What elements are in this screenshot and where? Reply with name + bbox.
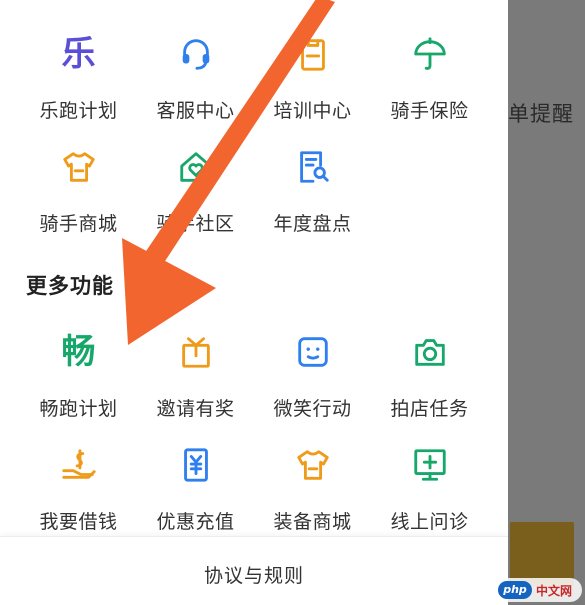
menu-item-invite-reward[interactable]: 邀请有奖 — [137, 326, 254, 439]
function-drawer: 乐 乐跑计划 客服中心 培训中心 骑手保险 骑手商城 骑手社区 年度盘点 更多功… — [0, 0, 508, 605]
menu-item-smile-action[interactable]: 微笑行动 — [254, 326, 371, 439]
menu-item-label: 骑手保险 — [390, 100, 469, 122]
watermark-logo: php — [498, 581, 532, 599]
menu-item-customer-service[interactable]: 客服中心 — [137, 28, 254, 141]
menu-item-le-run-plan[interactable]: 乐 乐跑计划 — [20, 28, 137, 141]
menu-item-annual-review[interactable]: 年度盘点 — [254, 141, 371, 254]
headset-icon — [176, 34, 216, 74]
menu-item-label: 乐跑计划 — [39, 100, 118, 122]
background-partial-label: 单提醒 — [508, 102, 574, 126]
yen-card-icon — [176, 445, 216, 485]
menu-item-label: 畅跑计划 — [39, 398, 118, 420]
gift-icon — [176, 332, 216, 372]
menu-item-rider-mall[interactable]: 骑手商城 — [20, 141, 137, 254]
tshirt-icon — [293, 445, 333, 485]
menu-item-label: 线上问诊 — [390, 511, 469, 533]
hand-money-icon — [59, 445, 99, 485]
more-functions-heading: 更多功能 — [26, 274, 114, 298]
training-box-icon — [293, 34, 333, 74]
menu-item-label: 拍店任务 — [390, 398, 469, 420]
menu-item-label: 培训中心 — [273, 100, 352, 122]
menu-item-label: 客服中心 — [156, 100, 235, 122]
menu-item-training-center[interactable]: 培训中心 — [254, 28, 371, 141]
menu-item-label: 优惠充值 — [156, 511, 235, 533]
menu-item-rider-insurance[interactable]: 骑手保险 — [371, 28, 488, 141]
chang-icon: 畅 — [61, 332, 96, 372]
bottom-bar: 协议与规则 — [0, 536, 508, 605]
menu-item-smooth-run-plan[interactable]: 畅 畅跑计划 — [20, 326, 137, 439]
menu-item-label: 年度盘点 — [273, 213, 352, 235]
watermark-site-name: 中文网 — [536, 583, 573, 598]
camera-icon — [410, 332, 450, 372]
menu-item-label: 骑手商城 — [39, 213, 118, 235]
tshirt-icon — [59, 147, 99, 187]
top-function-grid: 乐 乐跑计划 客服中心 培训中心 骑手保险 骑手商城 骑手社区 年度盘点 — [20, 28, 490, 254]
menu-item-label: 骑手社区 — [156, 213, 235, 235]
le-icon: 乐 — [61, 34, 96, 74]
background-tile — [510, 522, 574, 586]
home-heart-icon — [176, 147, 216, 187]
menu-item-label: 微笑行动 — [273, 398, 352, 420]
menu-item-store-photo-task[interactable]: 拍店任务 — [371, 326, 488, 439]
medical-monitor-icon — [410, 445, 450, 485]
document-search-icon — [293, 147, 333, 187]
site-watermark: php 中文网 — [492, 578, 582, 602]
agreement-rules-link[interactable]: 协议与规则 — [0, 561, 508, 588]
umbrella-icon — [410, 34, 450, 74]
smile-face-icon — [293, 332, 333, 372]
menu-item-label: 我要借钱 — [39, 511, 118, 533]
menu-item-rider-community[interactable]: 骑手社区 — [137, 141, 254, 254]
menu-item-label: 邀请有奖 — [156, 398, 235, 420]
more-function-grid: 畅 畅跑计划 邀请有奖 微笑行动 拍店任务 我要借钱 优惠充值 装备商城 线上问… — [20, 326, 490, 552]
menu-item-label: 装备商城 — [273, 511, 352, 533]
